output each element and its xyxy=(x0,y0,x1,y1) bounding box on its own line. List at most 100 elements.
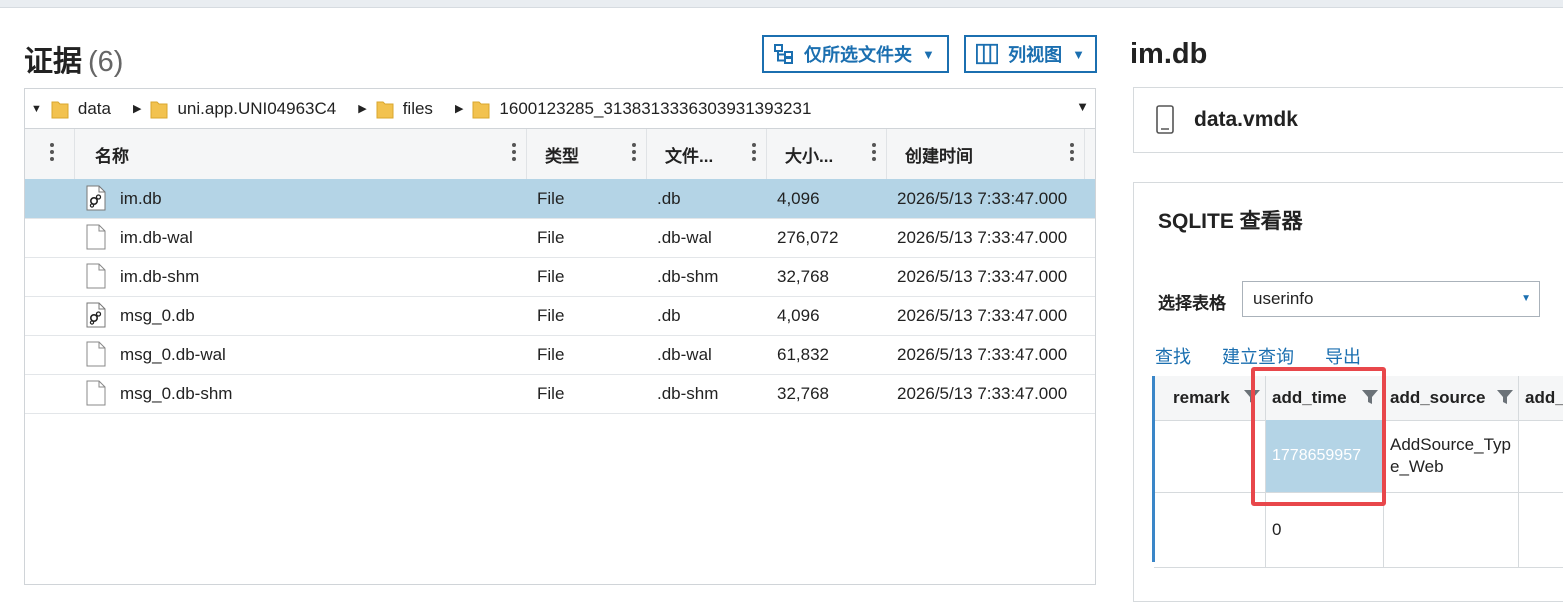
breadcrumb-label: files xyxy=(402,98,433,118)
file-size: 32,768 xyxy=(777,384,829,403)
sql-column-header-add-truncated[interactable]: add_ xyxy=(1519,376,1563,420)
collapse-arrow-icon[interactable]: ▼ xyxy=(31,103,42,115)
column-header-size[interactable]: 大小... xyxy=(767,129,887,179)
sql-cell-remark[interactable] xyxy=(1154,493,1266,567)
table-row[interactable]: msg_0.db-wal File .db-wal 61,832 2026/5/13 7… xyxy=(25,335,1095,375)
file-type: File xyxy=(537,267,565,286)
file-type: File xyxy=(537,306,565,325)
file-type: File xyxy=(537,345,565,364)
file-name: im.db xyxy=(120,189,162,208)
sql-cell-value: 0 xyxy=(1272,520,1282,539)
selected-folder-only-label: 仅所选文件夹 xyxy=(804,45,912,65)
breadcrumb-label: 1600123285_3138313336303931393231 xyxy=(499,98,812,118)
sql-cell-add-source[interactable]: AddSource_Type_Web xyxy=(1384,420,1519,492)
table-row[interactable]: msg_0.db-shm File .db-shm 32,768 2026/5/13 7… xyxy=(25,374,1095,414)
sql-cell-add-truncated[interactable] xyxy=(1519,493,1563,567)
sql-column-header-add-source[interactable]: add_source xyxy=(1384,376,1519,420)
file-created: 2026/5/13 7:33:47.000 xyxy=(897,345,1068,364)
device-icon xyxy=(1156,105,1174,134)
path-dropdown-icon[interactable]: ▼ xyxy=(1076,99,1089,114)
file-extension: .db xyxy=(657,189,681,208)
table-select[interactable]: userinfo ▼ xyxy=(1242,281,1540,317)
table-select-value: userinfo xyxy=(1253,289,1314,308)
top-strip xyxy=(0,0,1563,8)
more-vertical-icon[interactable] xyxy=(50,143,54,164)
column-header-label: 名称 xyxy=(95,146,129,166)
folder-icon xyxy=(472,101,490,118)
breadcrumb-label: data xyxy=(77,98,111,118)
table-select-label: 选择表格 xyxy=(1158,294,1226,313)
column-view-label: 列视图 xyxy=(1008,45,1063,65)
sql-cell-add-source[interactable] xyxy=(1384,493,1519,567)
column-header-created[interactable]: 创建时间 xyxy=(887,129,1085,179)
breadcrumb-separator-icon: ▶ xyxy=(358,103,367,115)
breadcrumb-separator-icon: ▶ xyxy=(132,103,142,115)
table-row[interactable]: im.db File .db 4,096 2026/5/13 7:33:47.000 xyxy=(25,179,1095,219)
file-created: 2026/5/13 7:33:47.000 xyxy=(897,189,1068,208)
chevron-down-icon: ▼ xyxy=(922,46,935,62)
build-query-link[interactable]: 建立查询 xyxy=(1222,347,1294,367)
find-link[interactable]: 查找 xyxy=(1155,347,1191,367)
chevron-down-icon: ▼ xyxy=(1521,293,1531,304)
evidence-count: (6) xyxy=(88,46,124,78)
file-size: 61,832 xyxy=(777,345,829,364)
grid-header: 名称 类型 文件... 大小... 创建时间 xyxy=(25,129,1095,181)
file-extension: .db-shm xyxy=(657,384,719,403)
more-vertical-icon[interactable] xyxy=(1070,143,1074,164)
breadcrumb-separator-icon: ▶ xyxy=(454,103,464,115)
file-size: 4,096 xyxy=(777,306,820,325)
breadcrumb-item[interactable]: uni.app.UNI04963C4 xyxy=(149,98,336,120)
column-view-button[interactable]: 列视图 ▼ xyxy=(964,35,1097,73)
more-vertical-icon[interactable] xyxy=(632,143,636,164)
columns-icon xyxy=(976,43,999,65)
breadcrumb-item[interactable]: files xyxy=(375,98,433,120)
breadcrumb-item[interactable]: data xyxy=(50,98,111,120)
chevron-down-icon: ▼ xyxy=(1072,46,1085,62)
file-created: 2026/5/13 7:33:47.000 xyxy=(897,384,1068,403)
breadcrumb: ▼ data ▶ uni.app.UNI04963C4 ▶ files ▶ 16… xyxy=(24,88,1096,128)
file-type: File xyxy=(537,228,565,247)
sql-column-label: add_ xyxy=(1525,388,1563,407)
file-name: msg_0.db-wal xyxy=(120,345,226,364)
sql-cell-remark[interactable] xyxy=(1154,420,1266,492)
file-name: im.db-wal xyxy=(120,228,193,247)
sql-column-header-remark[interactable]: remark xyxy=(1154,376,1266,420)
table-row[interactable]: im.db-shm File .db-shm 32,768 2026/5/13 7:33… xyxy=(25,257,1095,297)
sql-column-label: add_source xyxy=(1390,388,1486,407)
row-options-header[interactable] xyxy=(25,129,75,179)
table-row[interactable]: im.db-wal File .db-wal 276,072 2026/5/13 7:3… xyxy=(25,218,1095,258)
selected-folder-only-button[interactable]: 仅所选文件夹 ▼ xyxy=(762,35,949,73)
column-header-label: 类型 xyxy=(545,146,579,166)
column-header-type[interactable]: 类型 xyxy=(527,129,647,179)
file-icon xyxy=(86,224,106,255)
database-file-icon xyxy=(86,302,106,333)
file-created: 2026/5/13 7:33:47.000 xyxy=(897,267,1068,286)
column-header-extension[interactable]: 文件... xyxy=(647,129,767,179)
file-icon xyxy=(86,263,106,294)
sql-cell-add-truncated[interactable] xyxy=(1519,420,1563,492)
table-row[interactable]: msg_0.db File .db 4,096 2026/5/13 7:33:47.00… xyxy=(25,296,1095,336)
more-vertical-icon[interactable] xyxy=(872,143,876,164)
column-header-name[interactable]: 名称 xyxy=(75,129,527,179)
file-created: 2026/5/13 7:33:47.000 xyxy=(897,306,1068,325)
column-header-label: 大小... xyxy=(785,146,834,166)
file-extension: .db-wal xyxy=(657,228,712,247)
column-header-label: 文件... xyxy=(665,146,714,166)
file-name: msg_0.db xyxy=(120,306,195,325)
breadcrumb-label: uni.app.UNI04963C4 xyxy=(177,98,337,118)
file-icon xyxy=(86,341,106,372)
breadcrumb-item[interactable]: 1600123285_3138313336303931393231 xyxy=(471,98,811,120)
file-created: 2026/5/13 7:33:47.000 xyxy=(897,228,1068,247)
more-vertical-icon[interactable] xyxy=(512,143,516,164)
more-vertical-icon[interactable] xyxy=(752,143,756,164)
file-size: 32,768 xyxy=(777,267,829,286)
filter-icon[interactable] xyxy=(1496,388,1514,406)
evidence-title-text: 证据 xyxy=(24,46,83,78)
file-size: 4,096 xyxy=(777,189,820,208)
grid-left-edge xyxy=(1152,376,1155,562)
export-link[interactable]: 导出 xyxy=(1325,347,1361,367)
sql-cell-value: AddSource_Type_Web xyxy=(1390,435,1511,476)
folder-icon xyxy=(51,101,69,118)
file-extension: .db xyxy=(657,306,681,325)
file-type: File xyxy=(537,384,565,403)
